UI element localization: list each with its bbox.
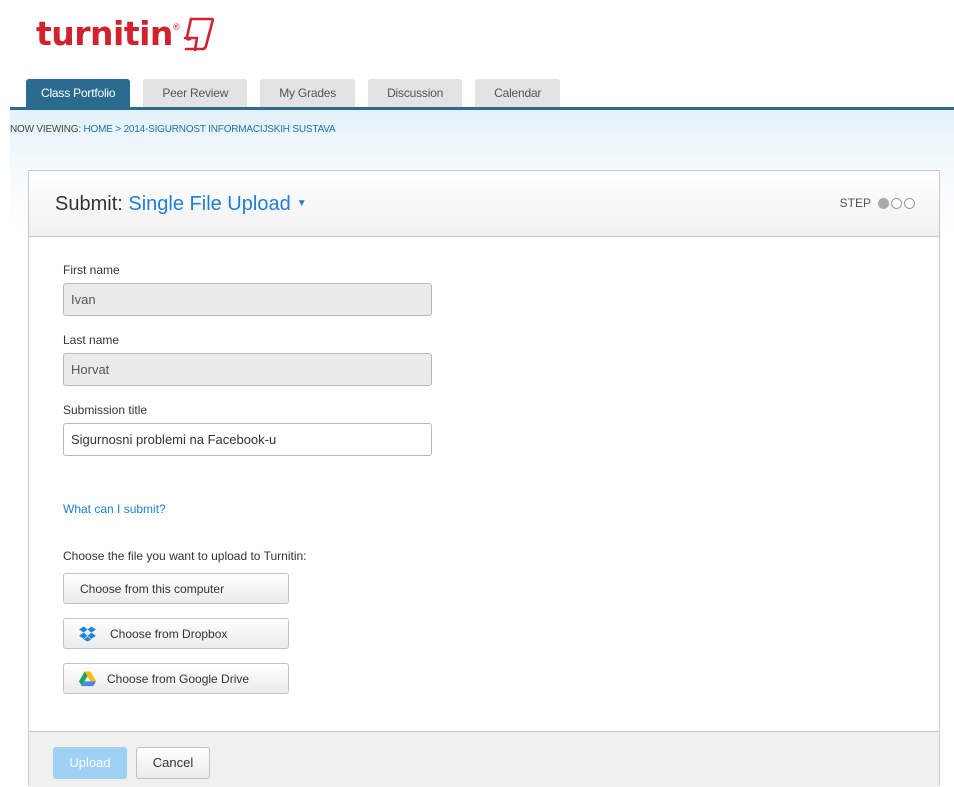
choose-from-dropbox-button[interactable]: Choose from Dropbox <box>63 618 289 649</box>
tab-my-grades[interactable]: My Grades <box>260 79 356 107</box>
first-name-label: First name <box>63 263 120 277</box>
breadcrumb-separator: > <box>115 124 121 135</box>
choose-from-computer-button[interactable]: Choose from this computer <box>63 573 289 604</box>
breadcrumb: NOW VIEWING: HOME > 2014-SIGURNOST INFOR… <box>10 124 336 135</box>
logo-text: turnitin <box>36 14 173 53</box>
breadcrumb-prefix: NOW VIEWING: <box>10 124 81 135</box>
choose-from-google-drive-label: Choose from Google Drive <box>107 671 250 686</box>
last-name-field[interactable]: Horvat <box>63 353 432 386</box>
breadcrumb-home-link[interactable]: HOME <box>84 124 113 135</box>
upload-type-dropdown[interactable]: Single File Upload <box>128 193 290 215</box>
caret-down-icon[interactable]: ▼ <box>297 198 307 209</box>
tab-class-portfolio[interactable]: Class Portfolio <box>26 79 131 107</box>
step-dot-3 <box>904 197 915 209</box>
registered-mark: ® <box>172 22 180 32</box>
submit-panel: Submit: Single File Upload ▼ STEP First n… <box>28 170 940 787</box>
choose-from-dropbox-label: Choose from Dropbox <box>110 626 228 641</box>
page-title: Submit: Single File Upload ▼ <box>55 193 307 216</box>
main-tabs: Class Portfolio Peer Review My Grades Di… <box>26 79 561 107</box>
step-dot-1 <box>878 197 889 209</box>
what-can-i-submit-link[interactable]: What can I submit? <box>63 502 166 516</box>
dropbox-icon <box>79 625 96 642</box>
google-drive-icon <box>79 670 96 686</box>
title-prefix: Submit: <box>55 193 123 215</box>
panel-header: Submit: Single File Upload ▼ STEP <box>29 171 939 237</box>
tab-calendar[interactable]: Calendar <box>475 79 561 107</box>
upload-button[interactable]: Upload <box>53 747 127 779</box>
step-label: STEP <box>839 196 871 210</box>
last-name-label: Last name <box>63 333 120 347</box>
logo-page-icon <box>182 16 216 57</box>
submission-title-input[interactable]: Sigurnosni problemi na Facebook-u <box>63 423 432 456</box>
first-name-field[interactable]: Ivan <box>63 283 432 316</box>
tab-discussion[interactable]: Discussion <box>368 79 463 107</box>
turnitin-logo[interactable]: turnitin ® <box>36 14 216 62</box>
choose-file-text: Choose the file you want to upload to Tu… <box>63 549 307 563</box>
choose-from-google-drive-button[interactable]: Choose from Google Drive <box>63 663 289 694</box>
breadcrumb-class-link[interactable]: 2014-SIGURNOST INFORMACIJSKIH SUSTAVA <box>124 124 336 135</box>
tab-peer-review[interactable]: Peer Review <box>143 79 248 107</box>
step-dot-2 <box>891 197 902 209</box>
choose-from-computer-label: Choose from this computer <box>80 581 225 596</box>
panel-footer: Upload Cancel <box>29 731 939 787</box>
submission-title-label: Submission title <box>63 403 148 417</box>
step-indicator: STEP <box>840 196 915 210</box>
cancel-button[interactable]: Cancel <box>136 747 210 779</box>
